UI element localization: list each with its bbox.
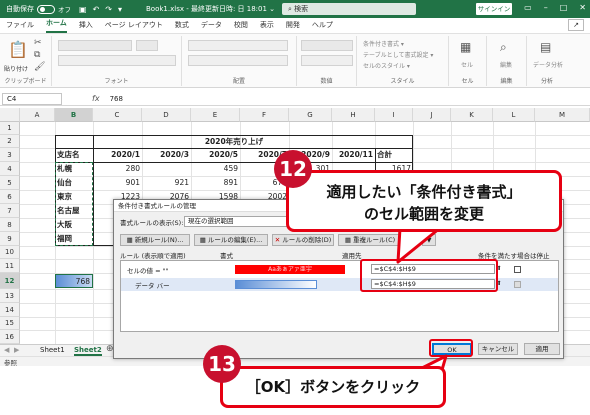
callout-step-12: 適用したい「条件付き書式」 のセル範囲を変更 (286, 170, 562, 232)
step-badge-12: 12 (274, 150, 312, 188)
step-badge-13: 13 (203, 345, 241, 383)
callout-12-line1: 適用したい「条件付き書式」 (326, 183, 522, 201)
callout-12-line2: のセル範囲を変更 (363, 205, 484, 223)
callout-step-13: ［OK］ボタンをクリック (220, 366, 446, 408)
callout-12-pointer (396, 226, 442, 264)
